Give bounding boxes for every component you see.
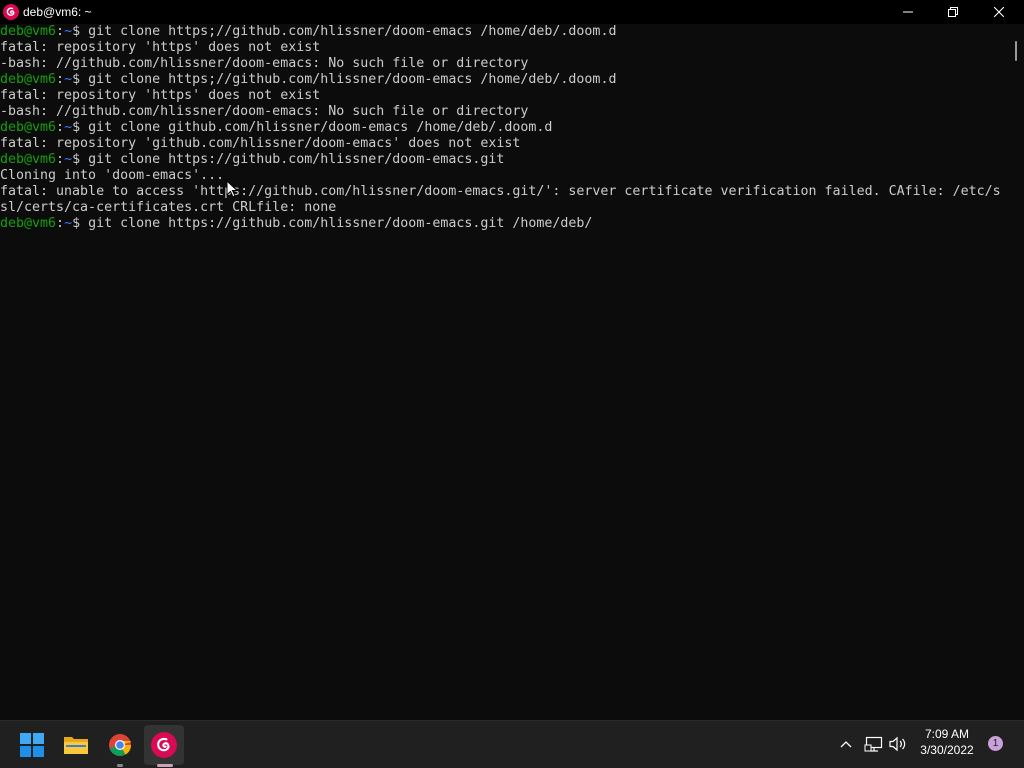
debian-swirl-icon [151,732,177,758]
start-button[interactable] [12,725,52,765]
prompt-separator: : [56,72,65,87]
terminal-output-line: sl/certs/ca-certificates.crt CRLfile: no… [0,200,337,215]
terminal-output-line: fatal: unable to access 'https://github.… [0,184,1001,199]
prompt-user: deb@vm6 [0,24,57,39]
terminal-output-line: fatal: repository 'github.com/hlissner/d… [0,136,521,151]
minimize-icon [903,11,913,13]
prompt-symbol: $ [72,120,89,135]
prompt-path: ~ [64,24,73,39]
prompt-path: ~ [64,152,73,167]
close-icon [994,7,1004,17]
terminal-output-line: Cloning into 'doom-emacs'... [0,168,225,183]
chrome-button[interactable] [100,725,140,765]
clock-date: 3/30/2022 [920,743,974,757]
prompt-user: deb@vm6 [0,216,57,231]
restore-icon [948,7,958,17]
mouse-pointer-icon [226,180,238,198]
prompt-path: ~ [64,72,73,87]
prompt-symbol: $ [72,216,89,231]
command-text: git clone github.com/hlissner/doom-emacs… [88,120,553,135]
clock-time: 7:09 AM [924,727,970,741]
prompt-separator: : [56,152,65,167]
terminal-command-line: deb@vm6:~$ git clone https://github.com/… [0,152,1001,168]
prompt-separator: : [56,120,65,135]
terminal-output-line: -bash: //github.com/hlissner/doom-emacs:… [0,56,529,71]
prompt-symbol: $ [72,72,89,87]
terminal-output-line: fatal: repository 'https' does not exist [0,40,321,55]
scrollbar-thumb[interactable] [1015,41,1017,61]
terminal-active-indicator [157,764,173,767]
network-icon[interactable] [864,734,884,754]
chevron-up-icon[interactable] [836,734,856,754]
terminal-command-line: deb@vm6:~$ git clone https;//github.com/… [0,72,1001,88]
command-text: git clone https://github.com/hlissner/do… [88,152,505,167]
clock[interactable]: 7:09 AM 3/30/2022 [912,726,982,762]
debian-terminal-button[interactable] [144,725,184,765]
prompt-separator: : [56,24,65,39]
prompt-path: ~ [64,216,73,231]
prompt-user: deb@vm6 [0,120,57,135]
prompt-user: deb@vm6 [0,72,57,87]
prompt-symbol: $ [72,152,89,167]
prompt-path: ~ [64,120,73,135]
command-text: git clone https://github.com/hlissner/do… [88,216,593,231]
close-button[interactable] [976,0,1022,24]
window-title: deb@vm6: ~ [23,5,92,19]
title-bar[interactable]: deb@vm6: ~ [0,0,1024,24]
folder-icon [64,737,88,754]
command-text: git clone https;//github.com/hlissner/do… [88,72,617,87]
volume-icon[interactable] [888,734,908,754]
windows-logo-icon [20,733,44,757]
terminal-command-line: deb@vm6:~$ git clone github.com/hlissner… [0,120,1001,136]
vertical-scrollbar[interactable] [1008,24,1024,720]
prompt-user: deb@vm6 [0,152,57,167]
chrome-icon [109,734,131,756]
terminal-lines: deb@vm6:~$ git clone https;//github.com/… [0,24,1001,232]
terminal-output-line: fatal: repository 'https' does not exist [0,88,321,103]
chrome-running-indicator [117,764,123,767]
command-text: git clone https;//github.com/hlissner/do… [88,24,617,39]
terminal-output-line: -bash: //github.com/hlissner/doom-emacs:… [0,104,529,119]
restore-button[interactable] [930,0,976,24]
terminal-command-line: deb@vm6:~$ git clone https://github.com/… [0,216,1001,232]
prompt-separator: : [56,216,65,231]
prompt-symbol: $ [72,24,89,39]
file-explorer-button[interactable] [56,725,96,765]
debian-swirl-icon [3,4,19,20]
minimize-button[interactable] [885,0,931,24]
notification-badge[interactable]: 1 [988,736,1003,751]
terminal-command-line: deb@vm6:~$ git clone https;//github.com/… [0,24,1001,40]
terminal-output[interactable]: deb@vm6:~$ git clone https;//github.com/… [0,24,1008,720]
